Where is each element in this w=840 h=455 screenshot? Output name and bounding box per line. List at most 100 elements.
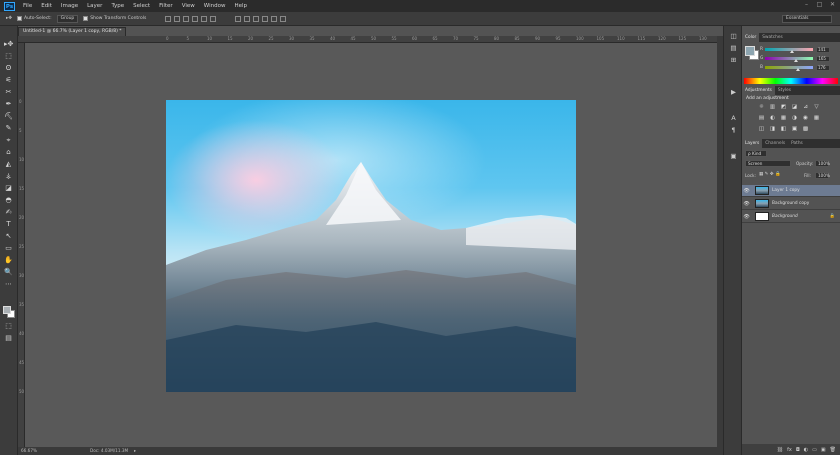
distribute-hcenter-icon[interactable] [271, 15, 278, 22]
layer-row[interactable]: 👁 Background 🔒 [742, 211, 840, 223]
green-slider[interactable] [765, 57, 814, 62]
lasso-tool-icon[interactable]: ʘ [4, 64, 13, 73]
foreground-color-swatch[interactable] [3, 306, 11, 314]
posterize-icon[interactable]: ◨ [769, 126, 776, 133]
more-tools-icon[interactable]: ⋯ [4, 280, 13, 289]
color-lookup-icon[interactable]: ▦ [813, 115, 820, 122]
eraser-tool-icon[interactable]: ◭ [4, 160, 13, 169]
type-tool-icon[interactable]: T [4, 220, 13, 229]
lock-options-icons[interactable]: ▦ ✎ ✥ 🔒 [759, 172, 781, 177]
color-balance-icon[interactable]: ◐ [769, 115, 776, 122]
screen-mode-icon[interactable]: ▤ [4, 334, 13, 343]
green-slider-knob[interactable] [794, 59, 799, 62]
character-panel-icon[interactable]: A [729, 114, 738, 123]
distribute-bottom-icon[interactable] [253, 15, 260, 22]
pen-tool-icon[interactable]: ✍ [4, 208, 13, 217]
move-tool-icon[interactable]: ▸✥ [4, 40, 13, 49]
document-tab[interactable]: Untitled-1 @ 66.7% (Layer 1 copy, RGB/8)… [18, 27, 126, 36]
distribute-vcenter-icon[interactable] [244, 15, 251, 22]
vibrance-icon[interactable]: ⊿ [802, 104, 809, 111]
visibility-eye-icon[interactable]: 👁 [742, 201, 751, 207]
transform-check-icon[interactable] [83, 16, 89, 21]
new-group-icon[interactable]: ▭ [812, 447, 817, 453]
gradient-map-icon[interactable]: ▩ [802, 126, 809, 133]
selective-color-icon[interactable]: ▣ [791, 126, 798, 133]
tab-channels[interactable]: Channels [762, 139, 788, 148]
visibility-eye-icon[interactable]: 👁 [742, 188, 751, 194]
tab-styles[interactable]: Styles [775, 86, 794, 95]
crop-tool-icon[interactable]: ✂ [4, 88, 13, 97]
move-tool-preset-icon[interactable]: ▸✥ [6, 16, 12, 21]
workspace-dropdown[interactable]: Essentials [782, 15, 832, 23]
brightness-contrast-icon[interactable]: ☼ [758, 104, 765, 111]
color-spectrum-bar[interactable] [744, 78, 838, 84]
minimize-button[interactable]: – [803, 1, 810, 8]
auto-select-checkbox[interactable]: Auto-Select: [17, 16, 52, 21]
eyedropper-tool-icon[interactable]: ✒ [4, 100, 13, 109]
shape-tool-icon[interactable]: ▭ [4, 244, 13, 253]
black-white-icon[interactable]: ▦ [780, 115, 787, 122]
maximize-button[interactable]: □ [816, 1, 823, 8]
menu-layer[interactable]: Layer [87, 3, 102, 9]
history-brush-tool-icon[interactable]: ⌂ [4, 148, 13, 157]
layer-style-icon[interactable]: fx [787, 447, 792, 453]
tab-color[interactable]: Color [742, 33, 760, 42]
history-panel-icon[interactable]: ◫ [729, 32, 738, 41]
align-right-icon[interactable] [210, 15, 217, 22]
align-left-icon[interactable] [192, 15, 199, 22]
link-layers-icon[interactable]: ⛓ [777, 447, 783, 453]
transform-controls-checkbox[interactable]: Show Transform Controls [83, 16, 146, 21]
invert-icon[interactable]: ◫ [758, 126, 765, 133]
threshold-icon[interactable]: ◧ [780, 126, 787, 133]
layer-row[interactable]: 👁 Layer 1 copy [742, 185, 840, 197]
distribute-top-icon[interactable] [235, 15, 242, 22]
clone-stamp-tool-icon[interactable]: ⌖ [4, 136, 13, 145]
blue-slider-knob[interactable] [796, 68, 801, 71]
menu-image[interactable]: Image [61, 3, 78, 9]
channel-mixer-icon[interactable]: ◉ [802, 115, 809, 122]
gradient-tool-icon[interactable]: ⚶ [4, 172, 13, 181]
blue-value-input[interactable]: 176 [815, 64, 830, 71]
photo-filter-icon[interactable]: ◑ [791, 115, 798, 122]
paragraph-panel-icon[interactable]: ¶ [729, 126, 738, 135]
delete-layer-icon[interactable]: 🗑 [830, 447, 836, 453]
triangle-adjust-icon[interactable]: ▽ [813, 104, 820, 111]
tab-layers[interactable]: Layers [742, 139, 763, 148]
levels-icon[interactable]: ▥ [769, 104, 776, 111]
dodge-tool-icon[interactable]: ◓ [4, 196, 13, 205]
distribute-left-icon[interactable] [262, 15, 269, 22]
distribute-right-icon[interactable] [280, 15, 287, 22]
actions-panel-icon[interactable]: ▶ [729, 88, 738, 97]
menu-type[interactable]: Type [111, 3, 124, 9]
healing-tool-icon[interactable]: ⛏ [4, 112, 13, 121]
layer-kind-filter[interactable]: ρ Kind [745, 150, 767, 157]
zoom-tool-icon[interactable]: 🔍 [4, 268, 13, 277]
tab-paths[interactable]: Paths [788, 139, 806, 148]
new-layer-icon[interactable]: ▣ [821, 447, 826, 453]
blue-slider[interactable] [764, 66, 813, 71]
red-slider[interactable] [765, 48, 813, 53]
tab-swatches[interactable]: Swatches [759, 33, 786, 42]
new-adjustment-layer-icon[interactable]: ◐ [804, 447, 808, 453]
align-bottom-icon[interactable] [183, 15, 190, 22]
align-hcenter-icon[interactable] [201, 15, 208, 22]
red-slider-knob[interactable] [789, 50, 794, 53]
color-panel-foreground-swatch[interactable] [745, 46, 755, 56]
menu-select[interactable]: Select [133, 3, 150, 9]
auto-select-dropdown[interactable]: Group [56, 14, 79, 23]
quick-select-tool-icon[interactable]: ⚟ [4, 76, 13, 85]
document-canvas-image[interactable] [166, 100, 576, 392]
add-mask-icon[interactable]: ◘ [796, 447, 800, 453]
fill-input[interactable]: 100% [815, 172, 830, 179]
hue-saturation-icon[interactable]: ▤ [758, 115, 765, 122]
layer-row[interactable]: 👁 Background copy [742, 198, 840, 210]
blend-mode-dropdown[interactable]: Screen [745, 160, 791, 167]
properties-panel-icon[interactable]: ▤ [729, 44, 738, 53]
tool-presets-panel-icon[interactable]: ▣ [729, 152, 738, 161]
blur-tool-icon[interactable]: ◪ [4, 184, 13, 193]
tab-adjustments[interactable]: Adjustments [742, 86, 775, 95]
curves-icon[interactable]: ◩ [780, 104, 787, 111]
auto-select-check-icon[interactable] [17, 16, 23, 21]
red-value-input[interactable]: 141 [816, 46, 830, 53]
exposure-icon[interactable]: ◪ [791, 104, 798, 111]
